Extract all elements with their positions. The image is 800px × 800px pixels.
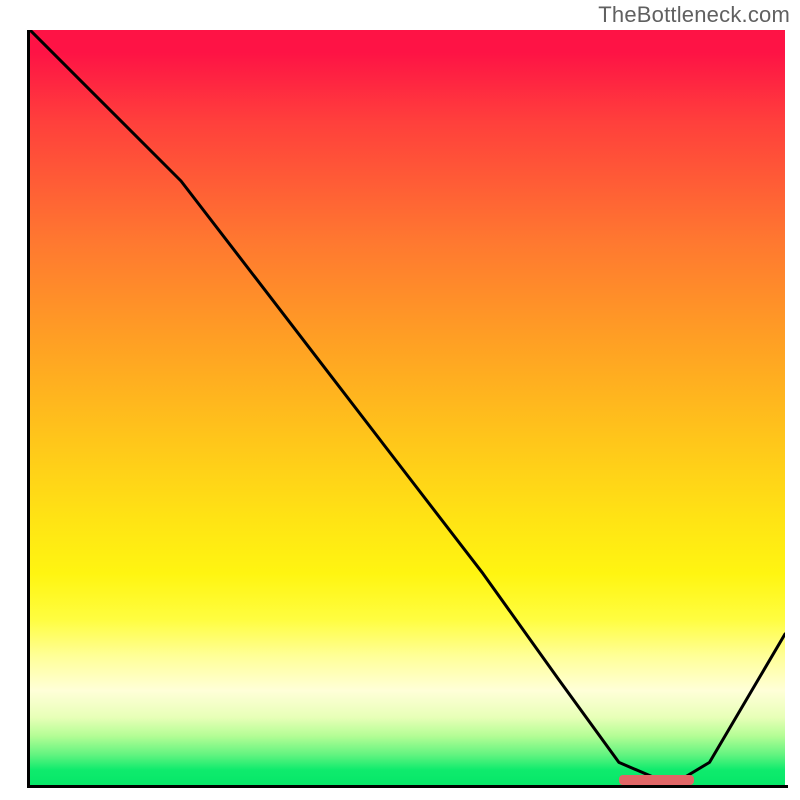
chart-container: TheBottleneck.com <box>0 0 800 800</box>
bottleneck-curve-line <box>30 30 785 785</box>
y-axis-line <box>27 30 30 788</box>
optimal-zone-marker <box>619 775 695 785</box>
watermark-text: TheBottleneck.com <box>598 2 790 28</box>
x-axis-line <box>27 785 788 788</box>
plot-area <box>30 30 785 785</box>
curve-overlay <box>30 30 785 785</box>
